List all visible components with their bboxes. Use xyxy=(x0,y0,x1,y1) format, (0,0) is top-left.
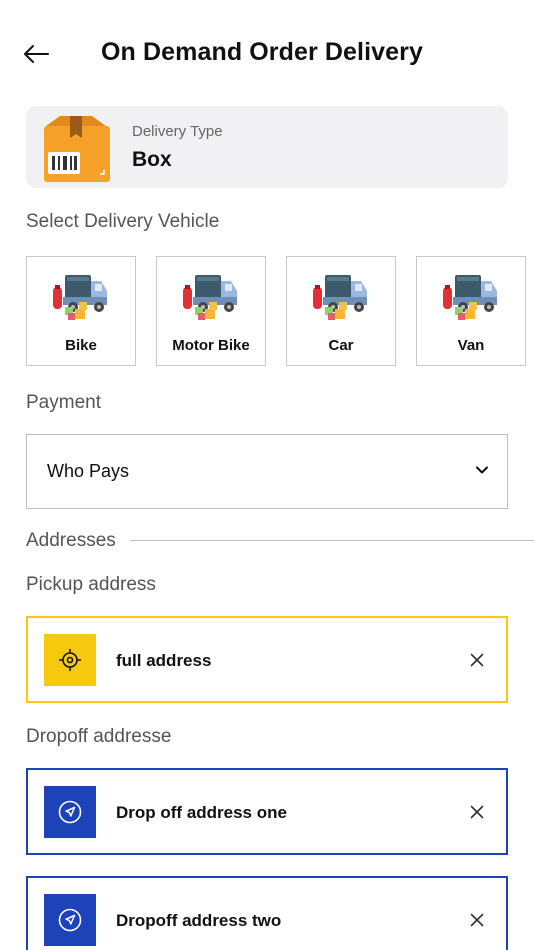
delivery-truck-icon xyxy=(313,275,367,320)
dropoff-address-text: Dropoff address two xyxy=(116,911,282,930)
navigation-arrow-icon xyxy=(58,908,82,932)
vehicle-option-motor-bike[interactable]: Motor Bike xyxy=(156,256,266,366)
addresses-heading: Addresses xyxy=(26,530,116,551)
page-title: On Demand Order Delivery xyxy=(101,38,423,66)
dropoff-address-text: Drop off address one xyxy=(116,803,287,822)
addresses-divider xyxy=(130,540,534,541)
pickup-address-heading: Pickup address xyxy=(26,574,156,595)
who-pays-select[interactable]: Who Pays xyxy=(26,434,508,509)
close-icon xyxy=(470,653,484,667)
clear-pickup-button[interactable] xyxy=(468,651,486,669)
close-icon xyxy=(470,913,484,927)
vehicle-options: Bike Motor Bike Car Van xyxy=(26,256,526,366)
vehicle-label: Bike xyxy=(65,337,97,354)
dropoff-icon-badge xyxy=(44,894,96,946)
select-vehicle-heading: Select Delivery Vehicle xyxy=(26,211,220,232)
delivery-type-card[interactable]: Delivery Type Box xyxy=(26,106,508,188)
remove-dropoff-button[interactable] xyxy=(468,803,486,821)
delivery-type-label: Delivery Type xyxy=(132,123,223,140)
dropoff-address-field[interactable]: Dropoff address two xyxy=(26,876,508,950)
dropoff-address-heading: Dropoff addresse xyxy=(26,726,172,747)
delivery-truck-icon xyxy=(183,275,237,320)
pickup-address-field[interactable]: full address xyxy=(26,616,508,703)
arrow-left-icon xyxy=(24,45,49,63)
pickup-icon-badge xyxy=(44,634,96,686)
box-icon xyxy=(44,116,110,182)
chevron-down-icon xyxy=(476,466,488,474)
delivery-type-value: Box xyxy=(132,148,172,171)
dropoff-address-field[interactable]: Drop off address one xyxy=(26,768,508,855)
vehicle-label: Van xyxy=(457,337,485,354)
delivery-truck-icon xyxy=(443,275,497,320)
vehicle-label: Motor Bike xyxy=(172,337,250,354)
remove-dropoff-button[interactable] xyxy=(468,911,486,929)
back-button[interactable] xyxy=(18,36,54,72)
vehicle-option-van[interactable]: Van xyxy=(416,256,526,366)
dropoff-icon-badge xyxy=(44,786,96,838)
location-target-icon xyxy=(59,649,81,671)
who-pays-value: Who Pays xyxy=(47,461,130,481)
app-header: On Demand Order Delivery xyxy=(0,0,534,106)
navigation-arrow-icon xyxy=(58,800,82,824)
pickup-address-text: full address xyxy=(116,651,212,670)
close-icon xyxy=(470,805,484,819)
payment-heading: Payment xyxy=(26,392,101,413)
vehicle-option-car[interactable]: Car xyxy=(286,256,396,366)
delivery-truck-icon xyxy=(53,275,107,320)
vehicle-label: Car xyxy=(328,337,354,354)
vehicle-option-bike[interactable]: Bike xyxy=(26,256,136,366)
